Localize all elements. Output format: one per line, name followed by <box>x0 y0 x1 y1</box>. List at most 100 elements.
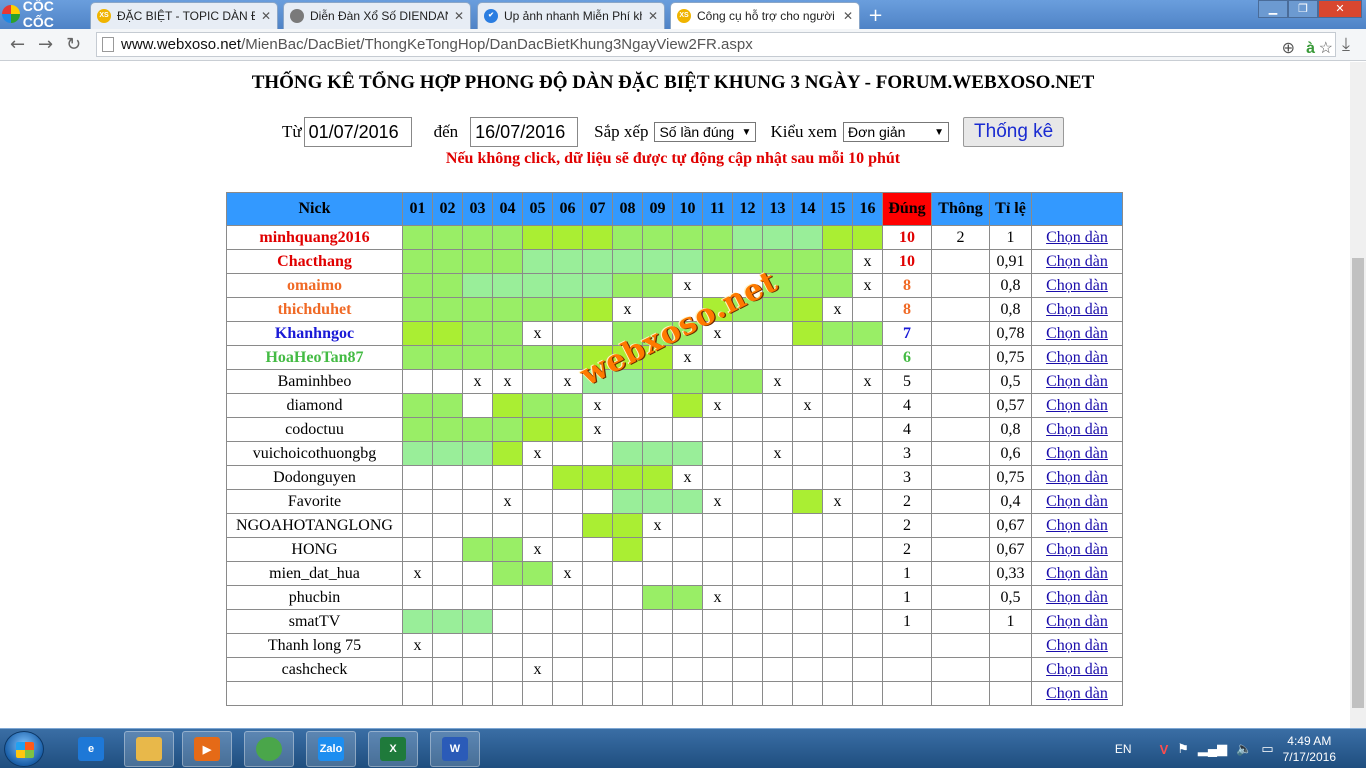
day-cell <box>822 657 853 682</box>
sort-label: Sắp xếp <box>594 122 649 141</box>
clock[interactable]: 4:49 AM 7/17/2016 <box>1283 733 1336 765</box>
day-cell <box>672 417 703 442</box>
thong-cell <box>931 321 990 346</box>
choose-set-link[interactable]: Chọn dàn <box>1046 589 1108 606</box>
choose-set-link[interactable]: Chọn dàn <box>1046 613 1108 630</box>
choose-set-link[interactable]: Chọn dàn <box>1046 301 1108 318</box>
choose-set-link[interactable]: Chọn dàn <box>1046 325 1108 342</box>
ratio-cell: 0,6 <box>989 441 1032 466</box>
choose-set-link[interactable]: Chọn dàn <box>1046 469 1108 486</box>
bookmark-star-icon[interactable]: ☆ <box>1319 37 1333 60</box>
taskbar-app-button[interactable] <box>124 731 174 767</box>
address-bar[interactable]: www.webxoso.net/MienBac/DacBiet/ThongKeT… <box>96 32 1336 57</box>
taskbar-app-button[interactable] <box>244 731 294 767</box>
stats-button[interactable]: Thống kê <box>963 117 1065 147</box>
thong-cell <box>931 585 990 610</box>
forward-arrow-icon[interactable]: → <box>38 34 53 55</box>
choose-set-link[interactable]: Chọn dàn <box>1046 229 1108 246</box>
choose-set-link[interactable]: Chọn dàn <box>1046 685 1108 702</box>
choose-set-link[interactable]: Chọn dàn <box>1046 541 1108 558</box>
close-tab-icon[interactable]: ✕ <box>648 9 658 23</box>
hit-cell <box>432 297 463 322</box>
zoom-icon[interactable]: ⊕ <box>1282 37 1295 60</box>
pick-cell: Chọn dàn <box>1031 321 1123 346</box>
browser-brand[interactable]: CỐC CỐC <box>2 0 88 30</box>
header-day: 14 <box>792 192 823 226</box>
reload-icon[interactable]: ↻ <box>66 34 81 55</box>
network-icon[interactable]: ▂▄▆ <box>1198 741 1227 757</box>
page-scrollbar[interactable] <box>1350 62 1366 728</box>
choose-set-link[interactable]: Chọn dàn <box>1046 253 1108 270</box>
browser-tab[interactable]: Diễn Đàn Xổ Số DIENDAN ✕ <box>283 2 471 29</box>
browser-tab[interactable]: ✔ Up ảnh nhanh Miễn Phí không ✕ <box>477 2 665 29</box>
hit-cell <box>762 297 793 322</box>
minimize-icon[interactable]: ▁ <box>1258 0 1288 18</box>
choose-set-link[interactable]: Chọn dàn <box>1046 397 1108 414</box>
choose-set-link[interactable]: Chọn dàn <box>1046 565 1108 582</box>
view-select[interactable]: Đơn giản ▼ <box>843 122 950 142</box>
hit-cell <box>792 489 823 514</box>
table-row: smatTV 1 1 Chọn dàn <box>226 609 1123 634</box>
close-window-icon[interactable]: ✕ <box>1318 0 1362 18</box>
ie-icon: e <box>78 737 104 761</box>
table-row: Thanh long 75 x Chọn dàn <box>226 633 1123 658</box>
hit-cell <box>702 249 733 274</box>
choose-set-link[interactable]: Chọn dàn <box>1046 445 1108 462</box>
choose-set-link[interactable]: Chọn dàn <box>1046 349 1108 366</box>
miss-mark: x <box>492 489 523 514</box>
hit-cell <box>402 345 433 370</box>
scrollbar-thumb[interactable] <box>1352 258 1364 708</box>
sort-select[interactable]: Số lần đúng ▼ <box>654 122 757 142</box>
miss-mark: x <box>852 273 883 298</box>
tab-title: ĐẶC BIỆT - TOPIC DÀN ĐẶC <box>117 9 255 23</box>
antivirus-icon[interactable]: V <box>1160 742 1169 757</box>
maximize-icon[interactable]: ❐ <box>1288 0 1318 18</box>
to-label: đến <box>433 122 459 141</box>
window-controls: ▁ ❐ ✕ <box>1258 0 1362 18</box>
hit-cell <box>762 225 793 250</box>
day-cell <box>672 681 703 706</box>
back-arrow-icon[interactable]: ← <box>10 34 25 55</box>
miss-mark: x <box>792 393 823 418</box>
taskbar-app-button[interactable]: Zalo <box>306 731 356 767</box>
translate-icon[interactable]: à <box>1306 37 1315 60</box>
choose-set-link[interactable]: Chọn dàn <box>1046 421 1108 438</box>
browser-tab[interactable]: XS Công cụ hỗ trợ cho người ✕ <box>670 2 860 29</box>
day-cell <box>762 345 793 370</box>
nick-cell: Baminhbeo <box>226 369 403 394</box>
day-cell <box>462 513 493 538</box>
url-path: /MienBac/DacBiet/ThongKeTongHop/DanDacBi… <box>241 36 753 53</box>
choose-set-link[interactable]: Chọn dàn <box>1046 637 1108 654</box>
coccoc-icon <box>256 737 282 761</box>
close-tab-icon[interactable]: ✕ <box>261 9 271 23</box>
new-tab-icon[interactable]: + <box>868 5 883 26</box>
choose-set-link[interactable]: Chọn dàn <box>1046 493 1108 510</box>
day-cell <box>432 633 463 658</box>
close-tab-icon[interactable]: ✕ <box>454 9 464 23</box>
flag-icon[interactable]: ⚑ <box>1177 741 1189 757</box>
taskbar-app-button[interactable]: W <box>430 731 480 767</box>
start-button[interactable] <box>4 731 44 767</box>
day-cell <box>402 657 433 682</box>
day-cell <box>732 513 763 538</box>
day-cell <box>402 513 433 538</box>
browser-tab[interactable]: XS ĐẶC BIỆT - TOPIC DÀN ĐẶC ✕ <box>90 2 278 29</box>
taskbar-app-button[interactable]: ▶ <box>182 731 232 767</box>
day-cell <box>822 561 853 586</box>
close-tab-icon[interactable]: ✕ <box>843 9 853 23</box>
hit-cell <box>402 225 433 250</box>
choose-set-link[interactable]: Chọn dàn <box>1046 373 1108 390</box>
day-cell <box>522 369 553 394</box>
choose-set-link[interactable]: Chọn dàn <box>1046 277 1108 294</box>
to-date-input[interactable] <box>470 117 579 147</box>
language-indicator[interactable]: EN <box>1115 742 1132 756</box>
from-date-input[interactable] <box>303 117 412 147</box>
battery-icon[interactable]: ▭ <box>1261 741 1273 757</box>
choose-set-link[interactable]: Chọn dàn <box>1046 661 1108 678</box>
choose-set-link[interactable]: Chọn dàn <box>1046 517 1108 534</box>
hit-cell <box>492 273 523 298</box>
download-icon[interactable]: ⤓ <box>1342 34 1350 55</box>
volume-icon[interactable]: 🔈 <box>1236 741 1252 757</box>
taskbar-app-button[interactable]: X <box>368 731 418 767</box>
taskbar-app-button[interactable]: e <box>66 731 116 767</box>
